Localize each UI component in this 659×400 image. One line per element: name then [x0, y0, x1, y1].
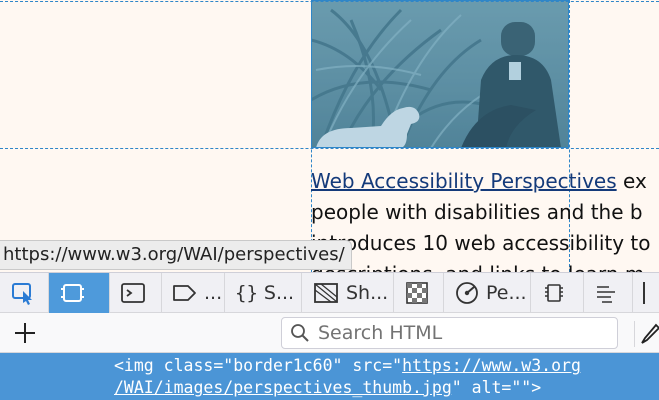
- console-icon: [121, 283, 145, 303]
- page-viewport: Web Accessibility Perspectives ex people…: [0, 0, 659, 272]
- markup-line-2: /WAI/images/perspectives_thumb.jpg" alt=…: [114, 378, 541, 397]
- search-html-box[interactable]: [281, 317, 618, 349]
- tab-label: Pe...: [486, 282, 527, 304]
- markup-src-link-part2[interactable]: /WAI/images/perspectives_thumb.jpg: [114, 378, 452, 397]
- tab-debugger[interactable]: ...: [162, 273, 225, 313]
- markup-tag-open: <img class="border1c60" src=": [114, 356, 403, 375]
- selected-markup-node[interactable]: <img class="border1c60" src="https://www…: [0, 353, 659, 400]
- shader-icon: [314, 283, 338, 303]
- search-icon: [291, 324, 309, 342]
- perspectives-link[interactable]: Web Accessibility Perspectives: [311, 169, 617, 193]
- devtools-panel: ... {} S... Sh... Pe... Search HTML <img…: [0, 272, 659, 400]
- guide-line-bottom: [0, 148, 659, 149]
- eyedropper-icon: [641, 323, 659, 344]
- paragraph-line-1-rest: ex: [616, 169, 647, 193]
- element-picker-tab[interactable]: [0, 273, 49, 313]
- tab-label: ...: [204, 282, 223, 304]
- tab-overflow[interactable]: [633, 273, 659, 313]
- markup-tag-close: " alt="">: [451, 378, 542, 397]
- paragraph-line-2: people with disabilities and the b: [311, 200, 643, 224]
- devtools-tabbar: ... {} S... Sh... Pe...: [0, 272, 659, 313]
- paragraph-line-3: introduces 10 web accessibility to: [311, 231, 651, 255]
- markup-src-link-part1[interactable]: https://www.w3.org: [402, 356, 581, 375]
- link-status-bar: https://www.w3.org/WAI/perspectives/: [0, 240, 352, 270]
- perspectives-thumbnail-image[interactable]: [311, 0, 569, 148]
- inspect-highlight-overlay: [311, 0, 569, 148]
- element-picker-icon: [12, 283, 32, 305]
- tab-performance[interactable]: Pe...: [444, 273, 531, 313]
- tab-canvas[interactable]: [394, 273, 444, 313]
- tab-style-editor[interactable]: {} S...: [225, 273, 302, 313]
- tab-console[interactable]: [110, 273, 162, 313]
- tab-label: Sh...: [346, 282, 389, 304]
- style-editor-icon: {}: [235, 282, 258, 304]
- memory-icon: [545, 284, 563, 302]
- performance-icon: [456, 282, 478, 304]
- plus-icon: [15, 323, 35, 343]
- tab-network[interactable]: [584, 273, 633, 313]
- tab-label: S...: [263, 282, 295, 304]
- overflow-marker-icon: [643, 282, 645, 304]
- inspector-toolbar: [0, 313, 659, 353]
- tab-inspector[interactable]: [49, 273, 110, 313]
- tab-shader-editor[interactable]: Sh...: [302, 273, 394, 313]
- add-node-button[interactable]: [10, 319, 40, 347]
- paragraph-line-4: descriptions, and links to learn m: [311, 259, 659, 272]
- network-icon: [597, 286, 615, 303]
- debugger-icon: [173, 285, 196, 301]
- markup-line-1: <img class="border1c60" src="https://www…: [114, 356, 581, 375]
- tab-memory[interactable]: [531, 273, 584, 313]
- inspector-icon: [61, 284, 84, 302]
- canvas-icon: [406, 282, 428, 304]
- eyedropper-button[interactable]: [634, 321, 659, 347]
- guide-line-top: [0, 1, 659, 2]
- search-html-input[interactable]: [318, 322, 608, 344]
- page-paragraph: Web Accessibility Perspectives ex people…: [311, 166, 659, 272]
